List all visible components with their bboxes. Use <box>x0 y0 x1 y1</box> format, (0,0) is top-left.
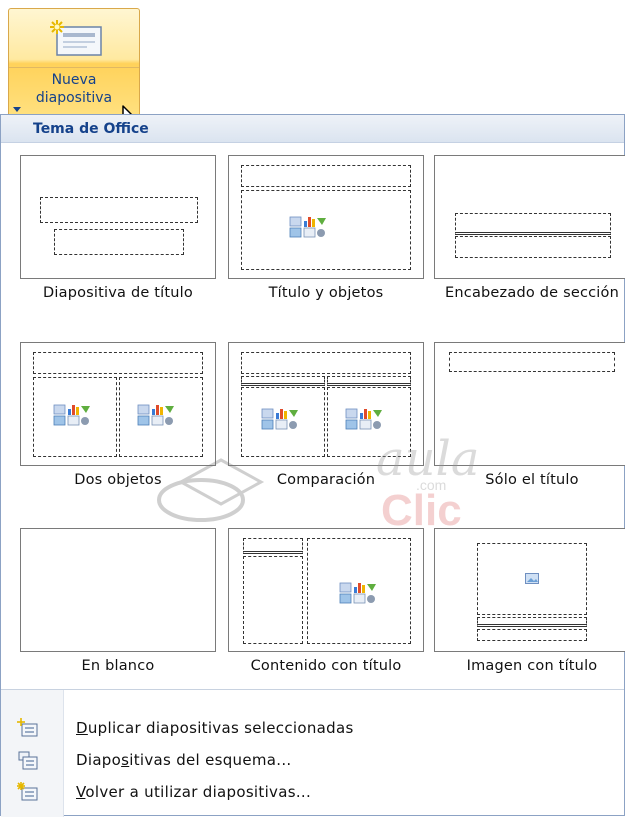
new-slide-label-line2: diapositiva <box>9 89 139 112</box>
reuse-slides-icon <box>17 782 38 801</box>
content-icon <box>289 216 326 238</box>
layout-thumbnail[interactable] <box>20 528 216 652</box>
new-slide-label-text: diapositiva <box>35 90 113 106</box>
layout-thumbnail[interactable] <box>434 528 625 652</box>
picture-icon <box>525 573 539 584</box>
menu-item-label: Volver a utilizar diapositivas... <box>76 783 312 801</box>
layout-thumbnail[interactable] <box>228 155 424 279</box>
menu-item-duplicate-slides[interactable]: Duplicar diapositivas seleccionadas <box>1 713 624 745</box>
layout-caption: En blanco <box>81 658 155 674</box>
content-icon <box>339 582 376 604</box>
menu-item-reuse-slides[interactable]: Volver a utilizar diapositivas... <box>1 777 624 809</box>
theme-header: Tema de Office <box>1 115 624 143</box>
menu-separator <box>1 689 624 690</box>
layout-caption: Diapositiva de título <box>43 285 193 301</box>
content-icon <box>53 404 90 426</box>
layout-caption: Imagen con título <box>466 658 598 674</box>
new-slide-icon <box>50 20 102 56</box>
new-slide-label-line1: Nueva <box>51 72 97 88</box>
watermark-text-com: .com <box>416 477 446 493</box>
layout-caption: Encabezado de sección <box>445 285 619 301</box>
new-slide-button-top[interactable] <box>9 9 139 68</box>
layout-thumbnail[interactable] <box>20 155 216 279</box>
menu-item-label: Diapositivas del esquema... <box>76 751 292 769</box>
watermark-logo: aula Clic .com <box>157 431 480 530</box>
outline-slides-icon <box>18 751 38 770</box>
theme-title: Tema de Office <box>33 121 149 137</box>
layout-thumbnail[interactable] <box>228 528 424 652</box>
layout-gallery-panel: Tema de Office Diapositiva de título Tít… <box>0 114 625 817</box>
layout-caption: Contenido con título <box>250 658 402 674</box>
new-slide-button[interactable]: Nueva diapositiva <box>8 8 140 114</box>
layout-thumbnail[interactable] <box>434 155 625 279</box>
menu-item-label: Duplicar diapositivas seleccionadas <box>76 719 354 737</box>
new-slide-label[interactable]: Nueva diapositiva <box>9 71 139 112</box>
menu-item-slides-from-outline[interactable]: Diapositivas del esquema... <box>1 745 624 777</box>
chevron-down-icon[interactable] <box>13 107 21 112</box>
duplicate-slides-icon <box>17 718 38 737</box>
layout-caption: Título y objetos <box>268 285 384 301</box>
